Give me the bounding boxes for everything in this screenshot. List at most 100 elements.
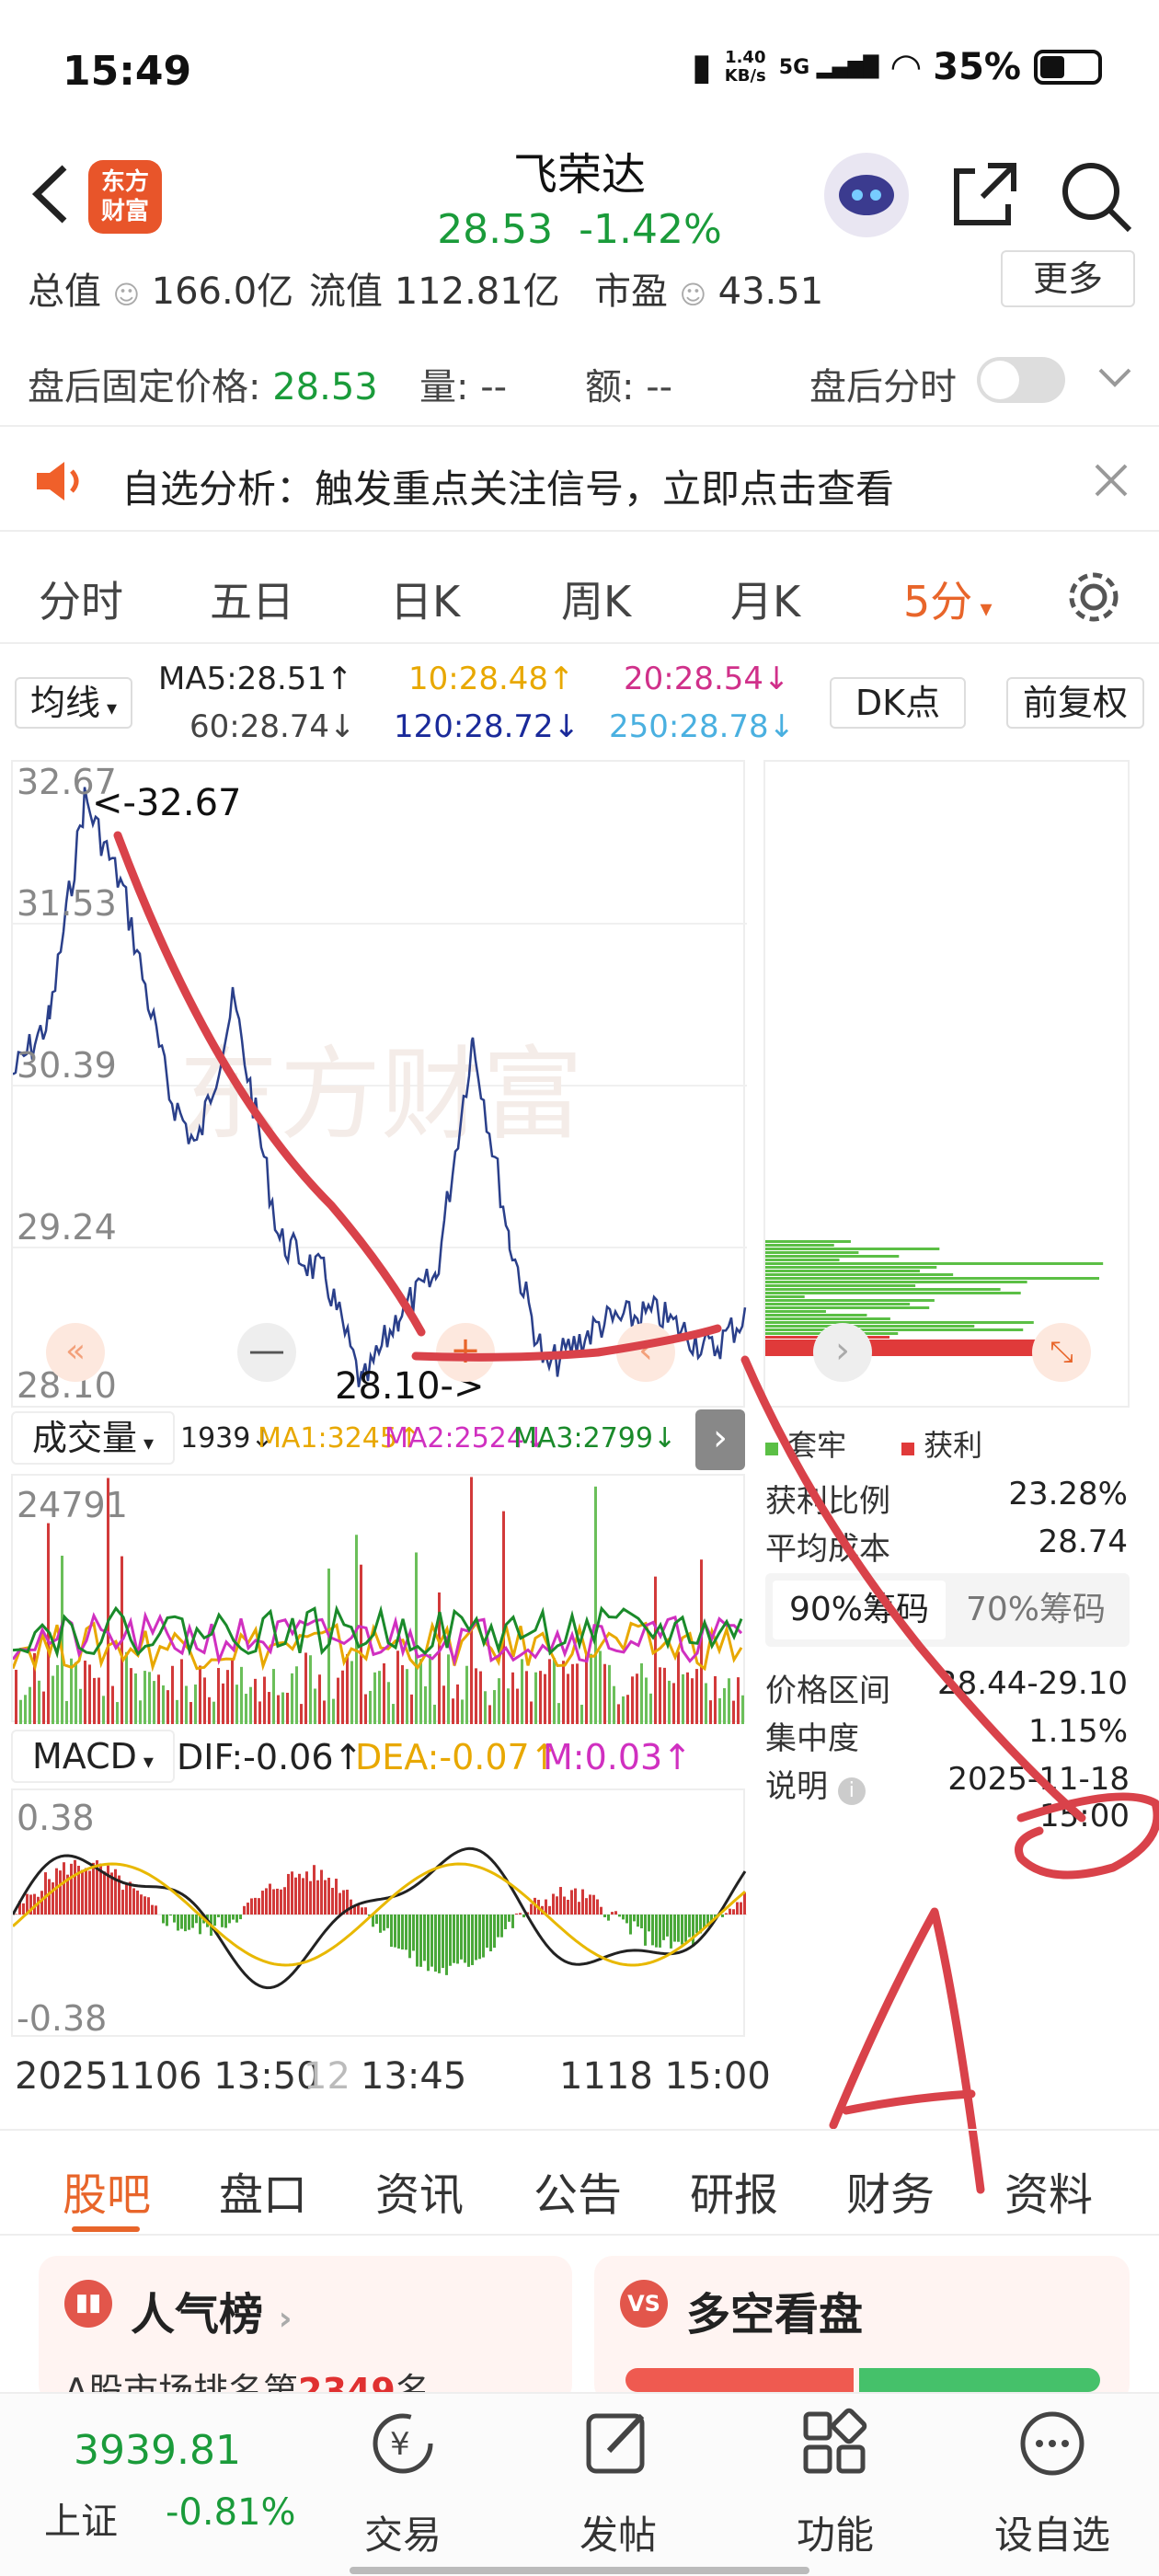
macd-bar: [247, 1903, 249, 1915]
close-icon[interactable]: [1093, 462, 1130, 499]
search-icon[interactable]: [1058, 158, 1135, 236]
volume-bar: [42, 1691, 45, 1724]
ma120-value: 120:28.72↓: [394, 708, 580, 745]
chip-distribution-chart[interactable]: › ⤡: [763, 760, 1130, 1408]
step-left-icon[interactable]: ‹: [616, 1323, 675, 1382]
volume-bar: [148, 1672, 151, 1724]
tab-financials[interactable]: 财务: [846, 2158, 935, 2223]
macd-bar: [224, 1915, 227, 1928]
macd-bar: [22, 1903, 25, 1915]
macd-bar: [316, 1880, 319, 1915]
profit-ratio-value: 23.28%: [1008, 1476, 1128, 1512]
volume-bar: [15, 1670, 17, 1724]
tab-monthly-k[interactable]: 月K: [730, 569, 800, 629]
ma250-value: 250:28.78↓: [609, 708, 796, 745]
macd-bar: [379, 1915, 382, 1933]
macd-bar: [401, 1915, 404, 1949]
status-icons: ▮ 1.40 KB/s 5G ▂▄▆█ ◠ 35%: [692, 46, 1102, 88]
zoom-in-icon[interactable]: +: [436, 1323, 495, 1382]
volume-selector[interactable]: 成交量 ▾: [11, 1411, 175, 1465]
analysis-banner[interactable]: 自选分析：触发重点关注信号，立即点击查看: [0, 425, 1159, 532]
tab-chip-90[interactable]: 90%筹码: [773, 1581, 946, 1639]
tab-orderbook[interactable]: 盘口: [219, 2158, 307, 2223]
gear-icon[interactable]: [1061, 565, 1126, 629]
after-hours-toggle[interactable]: [977, 357, 1065, 403]
nav-trade[interactable]: 交易: [329, 2504, 476, 2560]
more-dots-icon[interactable]: [1016, 2407, 1089, 2480]
volume-bar: [461, 1699, 464, 1724]
duokong-card[interactable]: VS 多空看盘: [594, 2256, 1130, 2403]
dk-point-button[interactable]: DK点: [830, 677, 966, 729]
more-button[interactable]: 更多: [1001, 250, 1135, 307]
volume-bar: [19, 1699, 22, 1724]
step-right-icon[interactable]: ›: [813, 1323, 872, 1382]
price-chart[interactable]: 东方财富 32.67 31.53 30.39 29.24 28.10 <-32.…: [11, 760, 747, 1408]
tab-five-day[interactable]: 五日: [210, 569, 294, 629]
macd-bar: [188, 1915, 190, 1930]
macd-bar: [107, 1865, 109, 1915]
tab-forum[interactable]: 股吧: [63, 2158, 151, 2223]
volume-chart[interactable]: 24791: [11, 1474, 745, 1724]
macd-chart[interactable]: 0.38 -0.38: [11, 1788, 747, 2039]
nav-watchlist[interactable]: 设自选: [979, 2504, 1126, 2560]
adjust-button[interactable]: 前复权: [1006, 677, 1144, 729]
tab-5min[interactable]: 5分 ▾: [903, 569, 993, 629]
macd-bar: [232, 1915, 235, 1920]
macd-bar: [625, 1915, 628, 1924]
macd-bar: [607, 1915, 610, 1921]
volume-bar: [203, 1677, 206, 1724]
trade-icon[interactable]: ¥: [366, 2407, 440, 2480]
chevron-right-icon[interactable]: ›: [695, 1409, 745, 1470]
features-icon[interactable]: [798, 2407, 872, 2480]
tab-daily-k[interactable]: 日K: [390, 569, 460, 629]
index-value[interactable]: 3939.81: [74, 2427, 241, 2474]
chevron-down-icon[interactable]: [1096, 364, 1133, 392]
tab-research[interactable]: 研报: [690, 2158, 778, 2223]
expand-icon[interactable]: ⤡: [1032, 1323, 1091, 1382]
volume-bar: [93, 1677, 96, 1724]
macd-bar: [681, 1915, 683, 1945]
content-tabs: 股吧 盘口 资讯 公告 研报 财务 资料: [0, 2129, 1159, 2236]
vs-icon: VS: [620, 2280, 668, 2328]
macd-bar: [235, 1915, 238, 1923]
scroll-left-icon[interactable]: «: [46, 1323, 105, 1382]
index-change[interactable]: -0.81%: [166, 2491, 296, 2534]
volume-bar: [373, 1672, 376, 1724]
nav-post[interactable]: 发帖: [545, 2504, 692, 2560]
macd-bar: [254, 1897, 257, 1915]
volume-bar: [585, 1653, 588, 1724]
assistant-robot-icon[interactable]: [824, 153, 909, 237]
macd-bar: [600, 1906, 602, 1915]
macd-selector[interactable]: MACD ▾: [11, 1730, 175, 1783]
zoom-out-icon[interactable]: —: [237, 1323, 296, 1382]
tab-chip-70[interactable]: 70%筹码: [949, 1581, 1122, 1639]
tab-weekly-k[interactable]: 周K: [561, 569, 631, 629]
macd-bar: [302, 1878, 304, 1915]
volume-bar: [75, 1662, 77, 1724]
macd-bar: [585, 1898, 588, 1915]
volume-bar: [272, 1669, 275, 1724]
tab-timeshare[interactable]: 分时: [39, 569, 123, 629]
index-name[interactable]: 上证: [44, 2491, 118, 2545]
macd-bar: [40, 1891, 43, 1915]
macd-bar: [478, 1915, 481, 1960]
share-icon[interactable]: [947, 158, 1021, 232]
tab-announcements[interactable]: 公告: [534, 2158, 622, 2223]
volume-bar: [249, 1686, 252, 1724]
ma-selector[interactable]: 均线 ▾: [15, 677, 132, 729]
post-icon[interactable]: [581, 2407, 655, 2480]
volume-bar: [300, 1704, 303, 1724]
note-value: 2025-11-18 15:00: [947, 1761, 1130, 1834]
info-icon[interactable]: i: [837, 1777, 866, 1805]
macd-bar: [74, 1859, 76, 1915]
popularity-card[interactable]: ▮▮ 人气榜 › A股市场排名第2349名: [39, 2256, 572, 2403]
tab-news[interactable]: 资讯: [375, 2158, 464, 2223]
chip-bar: [765, 1255, 900, 1258]
macd-bar: [644, 1915, 647, 1946]
volume-bar: [29, 1686, 31, 1724]
note-label: 说明 i: [765, 1761, 866, 1806]
tab-profile[interactable]: 资料: [1004, 2158, 1093, 2223]
volume-bar: [98, 1677, 100, 1724]
nav-features[interactable]: 功能: [762, 2504, 909, 2560]
volume-bar: [539, 1671, 542, 1724]
